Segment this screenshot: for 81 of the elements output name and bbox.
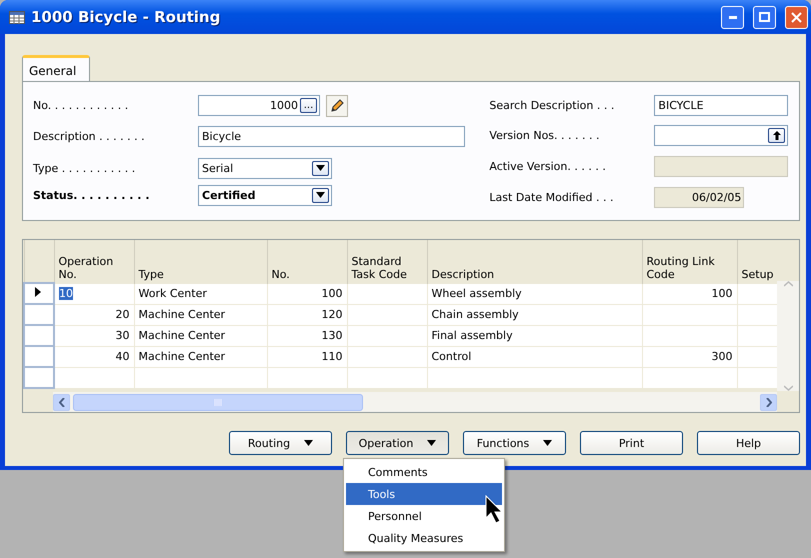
- table-cell: Work Center: [134, 283, 267, 304]
- minimize-button[interactable]: [721, 6, 744, 28]
- column-header[interactable]: Operation No.: [54, 240, 134, 283]
- action-button[interactable]: Help: [697, 431, 800, 455]
- maximize-icon: [759, 12, 770, 22]
- action-button[interactable]: Operation: [346, 431, 449, 455]
- table-cell: Wheel assembly: [427, 283, 642, 304]
- table-cell: Machine Center: [134, 346, 267, 367]
- current-row-icon: [35, 287, 41, 297]
- field-label: Search Description . . .: [489, 98, 616, 112]
- dropdown-field[interactable]: Certified: [198, 184, 332, 206]
- scroll-thumb[interactable]: [73, 394, 363, 410]
- table-cell: 110: [267, 346, 347, 367]
- table-cell: Control: [427, 346, 642, 367]
- table-cell: 120: [267, 304, 347, 325]
- caret-icon: [316, 192, 325, 198]
- field-label: Type . . . . . . . . . . .: [33, 162, 136, 174]
- up-arrow-icon: [772, 131, 781, 140]
- input-field[interactable]: [654, 125, 788, 146]
- window-title: 1000 Bicycle - Routing: [31, 8, 222, 26]
- table-cell: Final assembly: [427, 325, 642, 346]
- menu-item[interactable]: Tools: [346, 483, 502, 505]
- table-cell: 30: [54, 325, 134, 346]
- dropdown-button[interactable]: [312, 188, 329, 202]
- table-cell: [737, 325, 778, 346]
- column-header[interactable]: No.: [267, 240, 347, 283]
- scroll-down-icon: [784, 385, 792, 391]
- table-cell: [737, 346, 778, 367]
- right-chevron-icon: [766, 398, 772, 406]
- lookup-button[interactable]: [768, 128, 786, 143]
- table-cell: [737, 283, 778, 304]
- input-field: 06/02/05: [654, 187, 744, 208]
- table-cell: 130: [267, 325, 347, 346]
- scroll-right-button[interactable]: [760, 394, 777, 410]
- field-label: No. . . . . . . . . . . .: [33, 99, 130, 112]
- table-cell: Machine Center: [134, 325, 267, 346]
- input-field[interactable]: BICYCLE: [654, 94, 788, 116]
- caret-icon: [427, 440, 436, 446]
- caret-icon: [304, 440, 314, 446]
- table-cell: [737, 367, 778, 388]
- table-cell: 100: [267, 283, 347, 304]
- left-chevron-icon: [58, 398, 64, 406]
- table-cell: Chain assembly: [427, 304, 642, 325]
- table-icon: [9, 10, 25, 24]
- field-label: Active Version. . . . . .: [489, 160, 607, 173]
- table-cell: 40: [54, 346, 134, 367]
- column-header[interactable]: Standard Task Code: [347, 240, 427, 283]
- field-label: Version Nos. . . . . . .: [489, 129, 600, 142]
- minimize-icon: [728, 16, 736, 18]
- field-label: Description . . . . . . .: [33, 130, 146, 143]
- dropdown-field[interactable]: Serial: [198, 158, 332, 178]
- edit-button[interactable]: [326, 94, 348, 116]
- table-cell: [737, 304, 778, 325]
- scroll-left-button[interactable]: [53, 394, 70, 410]
- close-icon: [791, 12, 802, 22]
- tab[interactable]: General: [22, 55, 90, 81]
- maximize-button[interactable]: [753, 6, 776, 28]
- scroll-up-icon: [784, 281, 792, 287]
- assist-button[interactable]: ...: [300, 98, 317, 113]
- table-cell: 100: [642, 283, 737, 304]
- pencil-icon: [330, 98, 344, 112]
- close-button[interactable]: [785, 6, 808, 28]
- table-cell: 300: [642, 346, 737, 367]
- table-cell: 20: [54, 304, 134, 325]
- dropdown-button[interactable]: [312, 160, 329, 176]
- table-cell: 10: [54, 283, 134, 304]
- table-cell: Machine Center: [134, 304, 267, 325]
- field-label: Last Date Modified . . .: [489, 191, 615, 204]
- action-button[interactable]: Functions: [463, 431, 566, 455]
- column-header[interactable]: Routing Link Code: [642, 240, 737, 283]
- input-field[interactable]: 1000 ...: [198, 95, 320, 116]
- caret-icon: [316, 165, 325, 171]
- field-label: Status. . . . . . . . . .: [33, 188, 150, 202]
- input-field[interactable]: Bicycle: [198, 126, 465, 147]
- column-header[interactable]: Type: [134, 240, 267, 283]
- action-button[interactable]: Print: [580, 431, 683, 455]
- action-button[interactable]: Routing: [229, 431, 332, 455]
- row-selector[interactable]: [24, 283, 54, 304]
- vertical-scrollbar[interactable]: [777, 281, 799, 391]
- column-header[interactable]: Description: [427, 240, 642, 283]
- caret-icon: [543, 440, 552, 446]
